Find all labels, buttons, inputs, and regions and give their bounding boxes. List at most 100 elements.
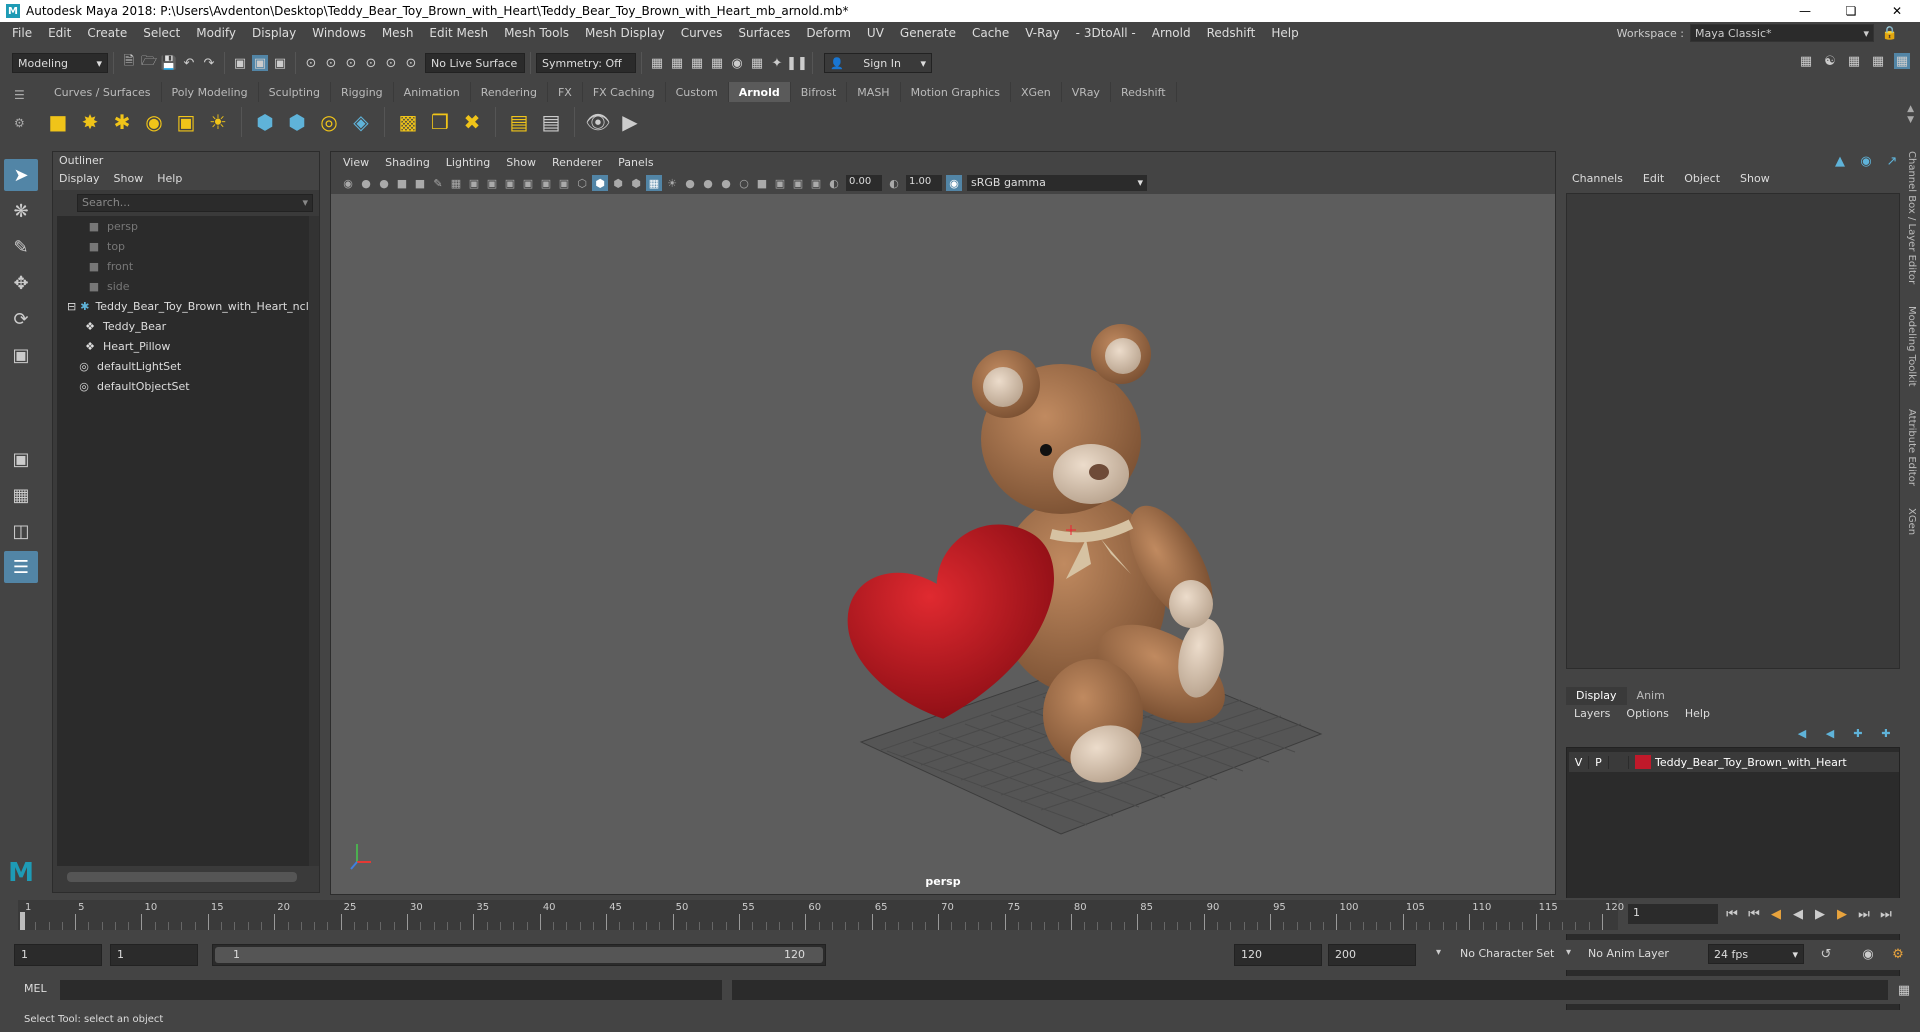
select-tool-icon[interactable]: ➤ bbox=[4, 159, 38, 191]
menu-edit[interactable]: Edit bbox=[40, 26, 79, 40]
layer-visibility-toggle[interactable]: V bbox=[1569, 755, 1589, 769]
channel-box-menu-channels[interactable]: Channels bbox=[1572, 172, 1623, 185]
shelf-tab-arnold[interactable]: Arnold bbox=[728, 82, 791, 102]
shelf-tab-fx-caching[interactable]: FX Caching bbox=[583, 82, 666, 102]
motion-blur-icon[interactable]: ● bbox=[700, 175, 716, 191]
side-tab-xgen[interactable]: XGen bbox=[1906, 508, 1917, 535]
tool-settings-icon[interactable]: ▦ bbox=[1870, 53, 1886, 69]
scale-tool-icon[interactable]: ▣ bbox=[4, 339, 38, 371]
menu-edit-mesh[interactable]: Edit Mesh bbox=[421, 26, 496, 40]
play-forwards-icon[interactable]: ▶ bbox=[1812, 907, 1828, 922]
channel-box-icon[interactable]: ▦ bbox=[1894, 53, 1910, 69]
render-view-icon[interactable]: ▦ bbox=[649, 55, 665, 71]
go-to-end-icon[interactable]: ⏭ bbox=[1878, 907, 1894, 922]
two-pane-layout-icon[interactable]: ◫ bbox=[4, 515, 38, 547]
select-component-icon[interactable]: ▣ bbox=[272, 55, 288, 71]
range-bar[interactable]: 1 120 bbox=[212, 944, 826, 966]
playback-end-field[interactable]: 120 bbox=[1234, 944, 1322, 966]
view-transform-dropdown[interactable]: sRGB gamma ▾ bbox=[967, 175, 1147, 191]
lasso-tool-icon[interactable]: ❋ bbox=[4, 195, 38, 227]
channel-box-menu-show[interactable]: Show bbox=[1740, 172, 1770, 185]
anti-aliasing-icon[interactable]: ● bbox=[718, 175, 734, 191]
sign-in-button[interactable]: 👤 Sign In ▾ bbox=[824, 53, 932, 73]
shelf-tab-poly-modeling[interactable]: Poly Modeling bbox=[162, 82, 259, 102]
txmake-icon[interactable]: ❒ bbox=[426, 108, 454, 136]
menu-help[interactable]: Help bbox=[1263, 26, 1306, 40]
layer-tab-anim[interactable]: Anim bbox=[1627, 687, 1675, 705]
playback-start-field[interactable]: 1 bbox=[110, 944, 198, 966]
gamma-field[interactable]: 1.00 bbox=[906, 175, 942, 191]
outliner-menu-show[interactable]: Show bbox=[114, 172, 144, 188]
grease-pencil-icon[interactable]: ✎ bbox=[430, 175, 446, 191]
2d-pan-zoom-icon[interactable]: ■ bbox=[412, 175, 428, 191]
shelf-tab-custom[interactable]: Custom bbox=[666, 82, 729, 102]
menu-select[interactable]: Select bbox=[135, 26, 188, 40]
shelf-tab-mash[interactable]: MASH bbox=[847, 82, 901, 102]
outliner-item-default-object-set[interactable]: ◎ defaultObjectSet bbox=[57, 376, 309, 396]
physical-sky-icon[interactable]: ☀ bbox=[204, 108, 232, 136]
symmetry-dropdown[interactable]: Symmetry: Off bbox=[536, 53, 636, 73]
step-back-icon[interactable]: ⏮ bbox=[1746, 907, 1762, 922]
shelf-tab-bifrost[interactable]: Bifrost bbox=[791, 82, 848, 102]
menu-curves[interactable]: Curves bbox=[673, 26, 731, 40]
hypershade-icon[interactable]: ◉ bbox=[729, 55, 745, 71]
channel-box-settings-icon[interactable]: ◉ bbox=[1858, 153, 1874, 169]
character-set-label[interactable]: No Character Set bbox=[1460, 947, 1554, 960]
new-layer-from-selected-icon[interactable]: ✚ bbox=[1878, 725, 1894, 741]
skydome-light-icon[interactable]: ◉ bbox=[140, 108, 168, 136]
channel-box-tool-icon[interactable]: ▲ bbox=[1832, 153, 1848, 169]
menu-mesh[interactable]: Mesh bbox=[374, 26, 422, 40]
texture-manager-icon[interactable]: ▩ bbox=[394, 108, 422, 136]
snap-view-plane-icon[interactable]: ⊙ bbox=[383, 55, 399, 71]
shelf-tab-sculpting[interactable]: Sculpting bbox=[259, 82, 331, 102]
render-frame-icon[interactable]: ▦ bbox=[669, 55, 685, 71]
standin-icon[interactable]: ⬢ bbox=[251, 108, 279, 136]
grid-icon[interactable]: ▦ bbox=[448, 175, 464, 191]
paint-select-icon[interactable]: ✎ bbox=[4, 231, 38, 263]
range-bar-fill[interactable] bbox=[215, 947, 823, 963]
menu-vray[interactable]: V-Ray bbox=[1017, 26, 1067, 40]
step-forward-icon[interactable]: ⏭ bbox=[1856, 907, 1872, 922]
xray-joints-icon[interactable]: ▣ bbox=[790, 175, 806, 191]
save-scene-icon[interactable]: 💾 bbox=[161, 55, 177, 71]
layer-menu-options[interactable]: Options bbox=[1626, 707, 1668, 720]
layer-row[interactable]: V P Teddy_Bear_Toy_Brown_with_Heart bbox=[1569, 752, 1899, 772]
shelf-tab-rendering[interactable]: Rendering bbox=[471, 82, 548, 102]
outliner-search-input[interactable]: Search... ▾ bbox=[77, 194, 313, 212]
outliner-menu-display[interactable]: Display bbox=[59, 172, 100, 188]
depth-of-field-icon[interactable]: ○ bbox=[736, 175, 752, 191]
auto-key-icon[interactable]: ◉ bbox=[1860, 946, 1876, 962]
animation-preferences-icon[interactable]: ⚙ bbox=[1890, 946, 1906, 962]
four-pane-layout-icon[interactable]: ▦ bbox=[4, 479, 38, 511]
menu-mesh-display[interactable]: Mesh Display bbox=[577, 26, 673, 40]
gamma-icon[interactable]: ◐ bbox=[886, 175, 902, 191]
outliner-item-teddy-bear[interactable]: ❖ Teddy_Bear bbox=[57, 316, 309, 336]
command-input[interactable] bbox=[60, 980, 722, 1000]
select-object-icon[interactable]: ▣ bbox=[252, 55, 268, 71]
go-to-start-icon[interactable]: ⏮ bbox=[1724, 907, 1740, 922]
snap-projected-icon[interactable]: ⊙ bbox=[363, 55, 379, 71]
viewport-menu-shading[interactable]: Shading bbox=[379, 156, 436, 169]
area-light-icon[interactable]: ■ bbox=[44, 108, 72, 136]
channel-box-float-icon[interactable]: ↗ bbox=[1884, 153, 1900, 169]
maximize-icon[interactable]: ❏ bbox=[1828, 0, 1874, 22]
viewport-menu-view[interactable]: View bbox=[337, 156, 375, 169]
light-editor-icon[interactable]: ✦ bbox=[769, 55, 785, 71]
outliner-layout-icon[interactable]: ☰ bbox=[4, 551, 38, 583]
layer-playback-toggle[interactable]: P bbox=[1589, 755, 1609, 769]
light-portal-icon[interactable]: ▣ bbox=[172, 108, 200, 136]
modeling-toolkit-icon[interactable]: ▦ bbox=[1798, 53, 1814, 69]
current-frame-marker[interactable] bbox=[20, 912, 25, 930]
snap-grid-icon[interactable]: ⊙ bbox=[303, 55, 319, 71]
flush-cache-icon[interactable]: ◈ bbox=[347, 108, 375, 136]
menu-3dtoall[interactable]: - 3DtoAll - bbox=[1068, 26, 1144, 40]
use-all-lights-icon[interactable]: ▦ bbox=[646, 175, 662, 191]
menu-windows[interactable]: Windows bbox=[304, 26, 374, 40]
exposure-icon[interactable]: ◐ bbox=[826, 175, 842, 191]
ipr-icon[interactable]: ▤ bbox=[537, 108, 565, 136]
xray-icon[interactable]: ▣ bbox=[772, 175, 788, 191]
shelf-tab-motion-graphics[interactable]: Motion Graphics bbox=[901, 82, 1011, 102]
shelf-tab-fx[interactable]: FX bbox=[548, 82, 583, 102]
layer-color-swatch[interactable] bbox=[1635, 755, 1651, 769]
shelf-menu-icon[interactable]: ☰ bbox=[14, 88, 30, 102]
